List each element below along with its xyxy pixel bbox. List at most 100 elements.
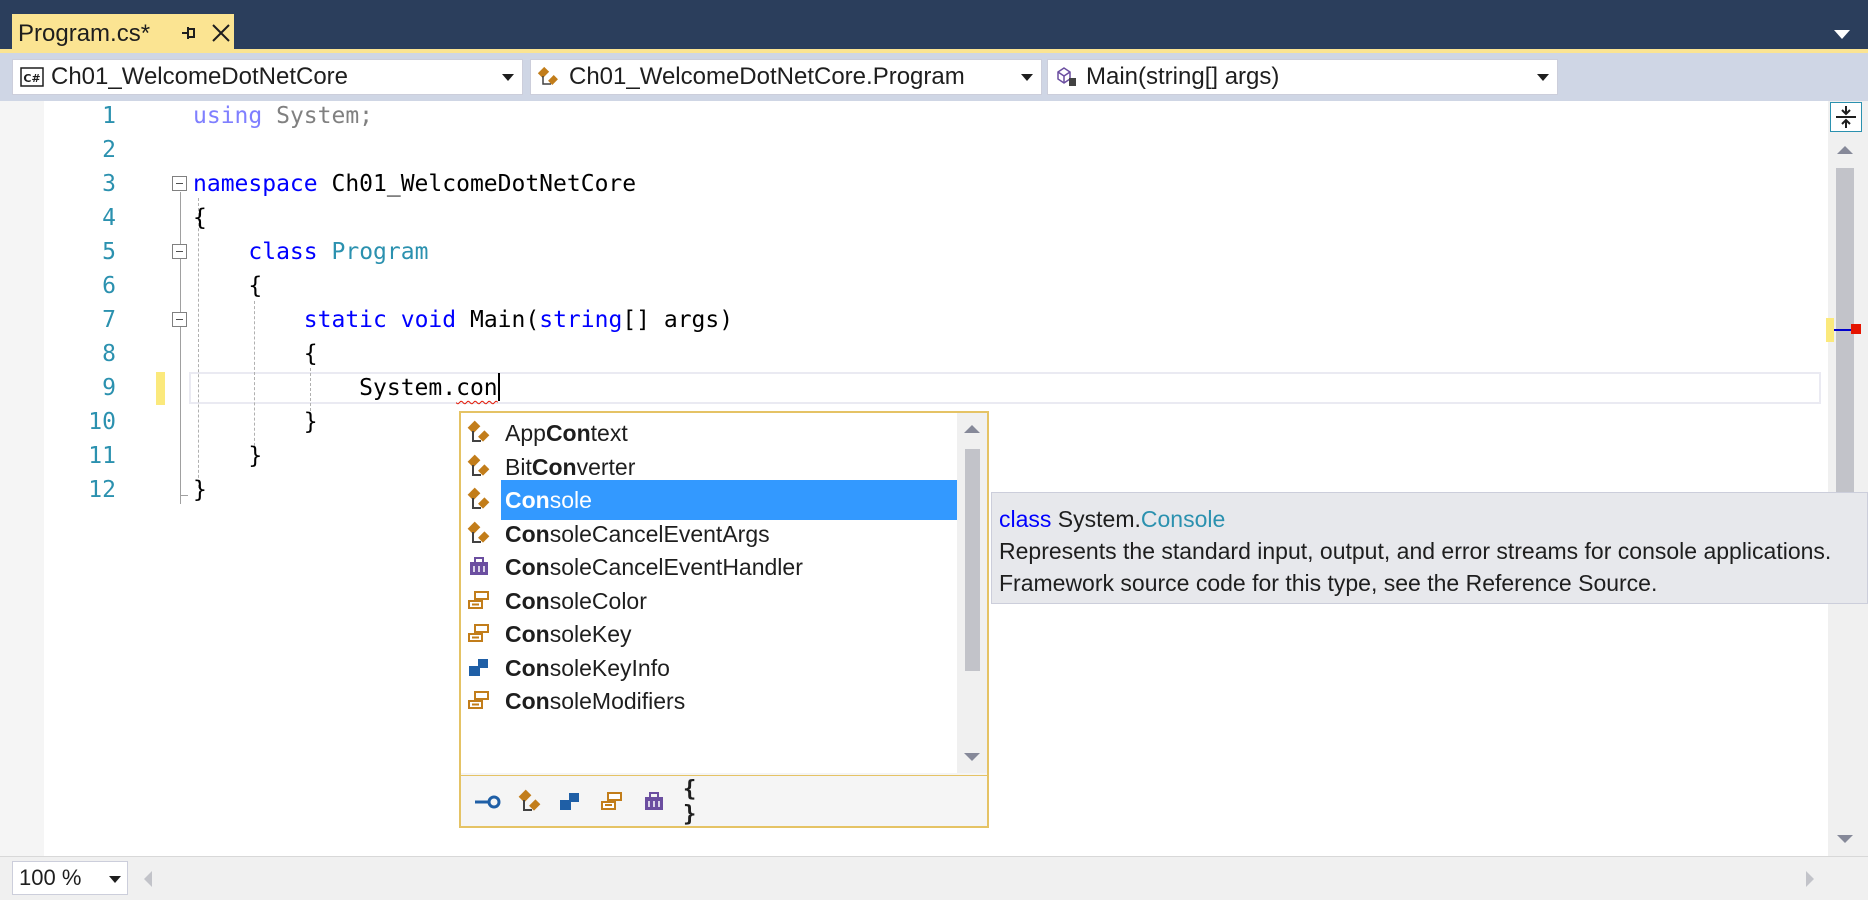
line-number: 12 — [88, 477, 116, 503]
code-token: } — [193, 409, 318, 435]
editor-bottom-bar: 100 % — [0, 856, 1868, 900]
line-number: 11 — [88, 443, 116, 469]
code-token: Ch01_WelcomeDotNetCore — [317, 171, 637, 197]
scroll-down-icon[interactable] — [964, 753, 980, 761]
class-icon — [465, 419, 493, 447]
collapse-method-icon[interactable] — [172, 312, 187, 327]
quick-info-source-link: Framework source code for this type, see… — [999, 570, 1658, 596]
code-token: con — [456, 375, 498, 401]
type-dropdown[interactable]: Ch01_WelcomeDotNetCore.Program — [530, 59, 1042, 95]
chevron-down-icon — [1537, 74, 1549, 81]
code-token: Main( — [456, 307, 540, 333]
code-token: static — [303, 307, 387, 333]
code-token: [] args) — [622, 307, 734, 333]
csharp-icon: C# — [19, 65, 45, 89]
document-tab-strip: Program.cs* — [0, 0, 1868, 53]
code-token: Program — [331, 239, 429, 265]
completion-item-label: ConsoleModifiers — [505, 688, 686, 714]
quick-info-description: Represents the standard input, output, a… — [999, 538, 1832, 564]
struct-filter-button[interactable] — [553, 786, 587, 818]
outline-line — [180, 192, 181, 504]
class-icon — [537, 65, 563, 89]
completion-scroll-thumb[interactable] — [965, 449, 980, 671]
text-caret — [497, 373, 500, 401]
code-token: using — [193, 103, 263, 129]
quick-info-keyword: class — [999, 506, 1052, 532]
intellisense-completion-list[interactable]: AppContext BitConverter Console ConsoleCanc… — [459, 411, 989, 828]
tab-overflow-chevron-icon[interactable] — [1834, 30, 1850, 39]
code-token: string — [539, 307, 623, 333]
code-token: class — [248, 239, 318, 265]
code-line[interactable]: } — [193, 439, 262, 473]
enum-icon — [465, 620, 493, 648]
member-dropdown-label: Main(string[] args) — [1086, 63, 1280, 90]
project-dropdown[interactable]: C# Ch01_WelcomeDotNetCore — [12, 59, 523, 95]
outline-line-end — [180, 495, 188, 496]
code-line[interactable]: class Program — [193, 235, 428, 269]
code-token: System. — [193, 375, 457, 401]
completion-scrollbar[interactable] — [957, 413, 987, 773]
scroll-down-icon[interactable] — [1837, 835, 1853, 843]
code-line[interactable]: } — [193, 473, 207, 507]
tab-title: Program.cs* — [18, 19, 151, 47]
struct-icon — [560, 793, 579, 810]
project-dropdown-label: Ch01_WelcomeDotNetCore — [51, 63, 349, 90]
code-line[interactable]: } — [193, 405, 318, 439]
delegate-filter-button[interactable] — [637, 786, 671, 818]
line-number: 1 — [102, 103, 116, 129]
code-line[interactable]: using System; — [193, 99, 373, 133]
line-number: 2 — [102, 137, 116, 163]
line-number: 10 — [88, 409, 116, 435]
navigation-bar: C# Ch01_WelcomeDotNetCore Ch01_WelcomeDo… — [0, 53, 1868, 101]
completion-items[interactable]: AppContext BitConverter Console ConsoleCanc… — [461, 413, 957, 773]
close-icon[interactable] — [210, 22, 232, 44]
zoom-dropdown[interactable]: 100 % — [12, 861, 128, 895]
code-line[interactable]: { — [193, 269, 262, 303]
enum-icon — [601, 792, 622, 810]
enum-filter-button[interactable] — [595, 786, 629, 818]
completion-item[interactable]: ConsoleModifiers — [461, 681, 957, 721]
collapse-class-icon[interactable] — [172, 244, 187, 259]
code-line[interactable]: { — [193, 201, 207, 235]
enum-icon — [465, 587, 493, 615]
line-number: 8 — [102, 341, 116, 367]
class-icon — [518, 789, 541, 811]
code-line[interactable]: { — [193, 337, 318, 371]
code-token: { — [193, 341, 318, 367]
collapse-namespace-icon[interactable] — [172, 176, 187, 191]
pin-icon[interactable] — [178, 22, 198, 44]
code-token: void — [400, 307, 457, 333]
line-number: 7 — [102, 307, 116, 333]
chevron-down-icon — [1021, 74, 1033, 81]
completion-filter-bar: { } — [461, 775, 987, 827]
chevron-down-icon — [502, 74, 514, 81]
editor-margin — [0, 101, 44, 856]
scroll-up-icon[interactable] — [1837, 146, 1853, 154]
chevron-down-icon — [109, 876, 121, 883]
delegate-icon — [645, 792, 663, 810]
interface-filter-button[interactable] — [471, 786, 505, 818]
class-filter-button[interactable] — [513, 786, 547, 818]
namespace-icon: { } — [683, 777, 697, 827]
overview-error-marker[interactable] — [1851, 324, 1861, 334]
line-number: 3 — [102, 171, 116, 197]
split-window-button[interactable] — [1830, 102, 1862, 132]
change-marker — [156, 372, 165, 405]
code-line[interactable]: static void Main(string[] args) — [193, 303, 733, 337]
delegate-icon — [465, 553, 493, 581]
code-line[interactable]: namespace Ch01_WelcomeDotNetCore — [193, 167, 636, 201]
class-icon — [465, 486, 493, 514]
member-dropdown[interactable]: Main(string[] args) — [1047, 59, 1558, 95]
code-line[interactable]: System.con — [193, 371, 500, 405]
scroll-left-icon[interactable] — [144, 871, 152, 887]
namespace-filter-button[interactable]: { } — [683, 777, 717, 827]
code-token: System; — [262, 103, 374, 129]
tab-program-cs[interactable]: Program.cs* — [12, 14, 234, 53]
overview-caret-marker — [1834, 329, 1852, 331]
scroll-right-icon[interactable] — [1806, 871, 1814, 887]
scroll-up-icon[interactable] — [964, 425, 980, 433]
overview-change-marker — [1826, 318, 1834, 342]
